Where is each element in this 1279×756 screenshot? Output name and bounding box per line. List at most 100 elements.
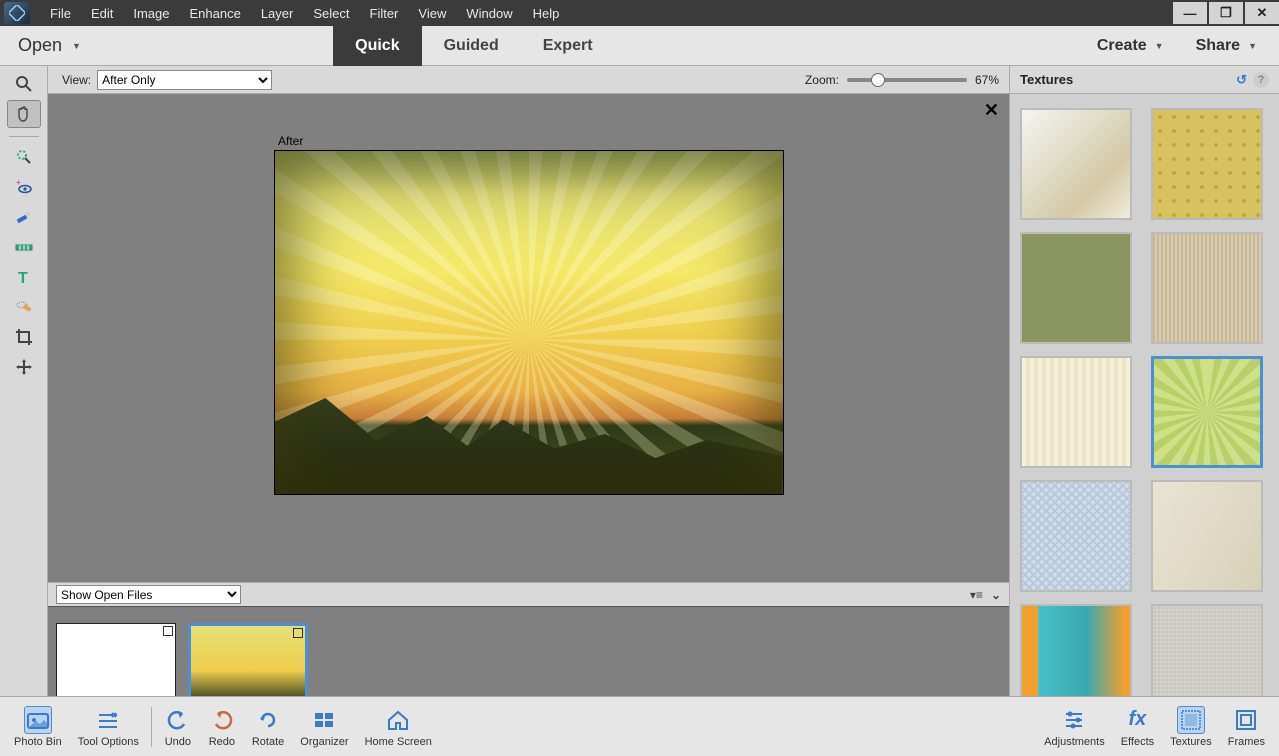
texture-peeling-paint[interactable] (1020, 108, 1132, 220)
bin-thumb-1[interactable] (56, 623, 176, 703)
texture-beige-fiber[interactable] (1151, 232, 1263, 344)
bb-label: Redo (209, 736, 235, 748)
move-tool[interactable] (7, 353, 41, 381)
window-close-button[interactable]: ✕ (1245, 2, 1279, 24)
textures-icon (1177, 706, 1205, 734)
bb-label: Home Screen (365, 736, 432, 748)
tool-strip: + T (0, 66, 48, 718)
help-icon[interactable]: ? (1253, 72, 1269, 88)
bb-label: Effects (1121, 736, 1154, 748)
zoom-value: 67% (975, 73, 999, 87)
text-tool[interactable]: T (7, 263, 41, 291)
effects-icon: fx (1123, 706, 1151, 734)
texture-olive-canvas[interactable] (1020, 232, 1132, 344)
eye-tool[interactable]: + (7, 173, 41, 201)
chevron-down-icon: ▼ (1155, 41, 1164, 51)
panel-title: Textures (1020, 72, 1073, 87)
texture-green-sunburst[interactable] (1151, 356, 1263, 468)
mode-bar: Open ▼ Quick Guided Expert Create ▼ Shar… (0, 26, 1279, 66)
side-panel: Textures ↺ ? (1009, 66, 1279, 718)
close-document-button[interactable]: ✕ (984, 100, 999, 121)
frames-icon (1232, 706, 1260, 734)
bb-label: Adjustments (1044, 736, 1105, 748)
open-label: Open (18, 35, 62, 56)
tool-options-icon (94, 706, 122, 734)
menu-image[interactable]: Image (123, 6, 179, 21)
bottom-bar: Photo Bin Tool Options Undo Redo Rotate … (0, 696, 1279, 756)
create-button[interactable]: Create ▼ (1083, 37, 1178, 55)
redo-icon (208, 706, 236, 734)
canvas-area: View: After Only Zoom: 67% ✕ After Show … (48, 66, 1009, 718)
panel-header: Textures ↺ ? (1010, 66, 1279, 94)
view-label: View: (62, 73, 91, 87)
photo-bin-bar: Show Open Files ▾≡ ⌄ (48, 582, 1009, 606)
texture-parchment[interactable] (1151, 480, 1263, 592)
texture-cream-stripe[interactable] (1020, 356, 1132, 468)
bb-rotate[interactable]: Rotate (244, 706, 292, 748)
spot-heal-tool[interactable] (7, 293, 41, 321)
view-select[interactable]: After Only (97, 70, 272, 90)
share-button[interactable]: Share ▼ (1182, 37, 1271, 55)
bb-label: Textures (1170, 736, 1212, 748)
bb-adjustments[interactable]: Adjustments (1036, 706, 1113, 748)
chevron-down-icon: ▼ (1248, 41, 1257, 51)
texture-gold-dots[interactable] (1151, 108, 1263, 220)
bin-collapse-icon[interactable]: ⌄ (991, 588, 1001, 602)
bin-filter-select[interactable]: Show Open Files (56, 585, 241, 604)
bb-textures[interactable]: Textures (1162, 706, 1220, 748)
texture-blue-weave[interactable] (1020, 480, 1132, 592)
bb-redo[interactable]: Redo (200, 706, 244, 748)
open-button[interactable]: Open ▼ (0, 35, 99, 56)
home-icon (384, 706, 412, 734)
crop-tool[interactable] (7, 323, 41, 351)
menu-help[interactable]: Help (523, 6, 570, 21)
create-label: Create (1097, 37, 1147, 55)
chevron-down-icon: ▼ (72, 41, 81, 51)
bb-photo-bin[interactable]: Photo Bin (6, 706, 70, 748)
window-minimize-button[interactable]: — (1173, 2, 1207, 24)
bb-undo[interactable]: Undo (156, 706, 200, 748)
menu-filter[interactable]: Filter (360, 6, 409, 21)
bin-menu-icon[interactable]: ▾≡ (970, 588, 983, 602)
zoom-slider[interactable] (847, 78, 967, 82)
view-bar: View: After Only Zoom: 67% (48, 66, 1009, 94)
window-maximize-button[interactable]: ❐ (1209, 2, 1243, 24)
menu-view[interactable]: View (408, 6, 456, 21)
svg-text:+: + (16, 178, 21, 187)
tab-guided[interactable]: Guided (422, 26, 521, 66)
menu-bar: File Edit Image Enhance Layer Select Fil… (0, 0, 1279, 26)
zoom-slider-thumb[interactable] (871, 73, 885, 87)
bb-frames[interactable]: Frames (1220, 706, 1273, 748)
undo-icon (164, 706, 192, 734)
bb-label: Rotate (252, 736, 284, 748)
quick-select-tool[interactable] (7, 143, 41, 171)
reset-icon[interactable]: ↺ (1236, 72, 1247, 88)
menu-enhance[interactable]: Enhance (180, 6, 251, 21)
tab-expert[interactable]: Expert (521, 26, 615, 66)
zoom-tool[interactable] (7, 70, 41, 98)
photo-bin-icon (24, 706, 52, 734)
svg-text:T: T (18, 270, 28, 287)
after-label: After (278, 134, 303, 148)
hand-tool[interactable] (7, 100, 41, 128)
texture-grid (1010, 94, 1279, 718)
straighten-tool[interactable] (7, 233, 41, 261)
whiten-tool[interactable] (7, 203, 41, 231)
bb-tool-options[interactable]: Tool Options (70, 706, 147, 748)
menu-window[interactable]: Window (456, 6, 522, 21)
menu-file[interactable]: File (40, 6, 81, 21)
tab-quick[interactable]: Quick (333, 26, 421, 66)
menu-select[interactable]: Select (303, 6, 359, 21)
bb-label: Undo (165, 736, 191, 748)
rotate-icon (254, 706, 282, 734)
adjustments-icon (1060, 706, 1088, 734)
bin-thumb-2[interactable] (188, 623, 308, 703)
menu-layer[interactable]: Layer (251, 6, 304, 21)
bb-home-screen[interactable]: Home Screen (357, 706, 440, 748)
menu-edit[interactable]: Edit (81, 6, 123, 21)
bb-label: Tool Options (78, 736, 139, 748)
bb-organizer[interactable]: Organizer (292, 706, 356, 748)
bb-effects[interactable]: fx Effects (1113, 706, 1162, 748)
document-canvas[interactable] (274, 150, 784, 495)
bb-label: Organizer (300, 736, 348, 748)
